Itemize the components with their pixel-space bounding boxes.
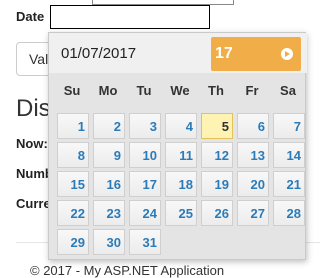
- day-24[interactable]: 24: [129, 200, 161, 226]
- day-30[interactable]: 30: [93, 229, 125, 255]
- day-26[interactable]: 26: [201, 200, 233, 226]
- now-label: Now:: [16, 136, 48, 151]
- day-grid: 1 2 3 4 5 6 7 8 9 10 11 12 13 14 15 16 1…: [49, 33, 307, 261]
- day-25[interactable]: 25: [165, 200, 197, 226]
- day-7[interactable]: 7: [273, 113, 305, 139]
- date-label: Date: [16, 9, 45, 24]
- day-20[interactable]: 20: [237, 171, 269, 197]
- day-14[interactable]: 14: [273, 142, 305, 168]
- day-12[interactable]: 12: [201, 142, 233, 168]
- day-8[interactable]: 8: [57, 142, 89, 168]
- day-3[interactable]: 3: [129, 113, 161, 139]
- day-1[interactable]: 1: [57, 113, 89, 139]
- day-22[interactable]: 22: [57, 200, 89, 226]
- day-31[interactable]: 31: [129, 229, 161, 255]
- day-28[interactable]: 28: [273, 200, 305, 226]
- day-21[interactable]: 21: [273, 171, 305, 197]
- day-5-today[interactable]: 5: [201, 113, 233, 139]
- current-label: Curre: [16, 196, 51, 211]
- day-9[interactable]: 9: [93, 142, 125, 168]
- day-18[interactable]: 18: [165, 171, 197, 197]
- page-heading: Dis: [16, 95, 51, 122]
- day-15[interactable]: 15: [57, 171, 89, 197]
- day-13[interactable]: 13: [237, 142, 269, 168]
- day-27[interactable]: 27: [237, 200, 269, 226]
- day-23[interactable]: 23: [93, 200, 125, 226]
- day-2[interactable]: 2: [93, 113, 125, 139]
- day-16[interactable]: 16: [93, 171, 125, 197]
- day-6[interactable]: 6: [237, 113, 269, 139]
- day-29[interactable]: 29: [57, 229, 89, 255]
- day-11[interactable]: 11: [165, 142, 197, 168]
- day-19[interactable]: 19: [201, 171, 233, 197]
- datepicker: 01/07/2017 17 Su Mo Tu We Th Fr Sa 1 2 3…: [48, 32, 307, 261]
- footer-text: © 2017 - My ASP.NET Application: [30, 263, 225, 278]
- date-input[interactable]: [50, 5, 210, 29]
- day-4[interactable]: 4: [165, 113, 197, 139]
- day-17[interactable]: 17: [129, 171, 161, 197]
- day-10[interactable]: 10: [129, 142, 161, 168]
